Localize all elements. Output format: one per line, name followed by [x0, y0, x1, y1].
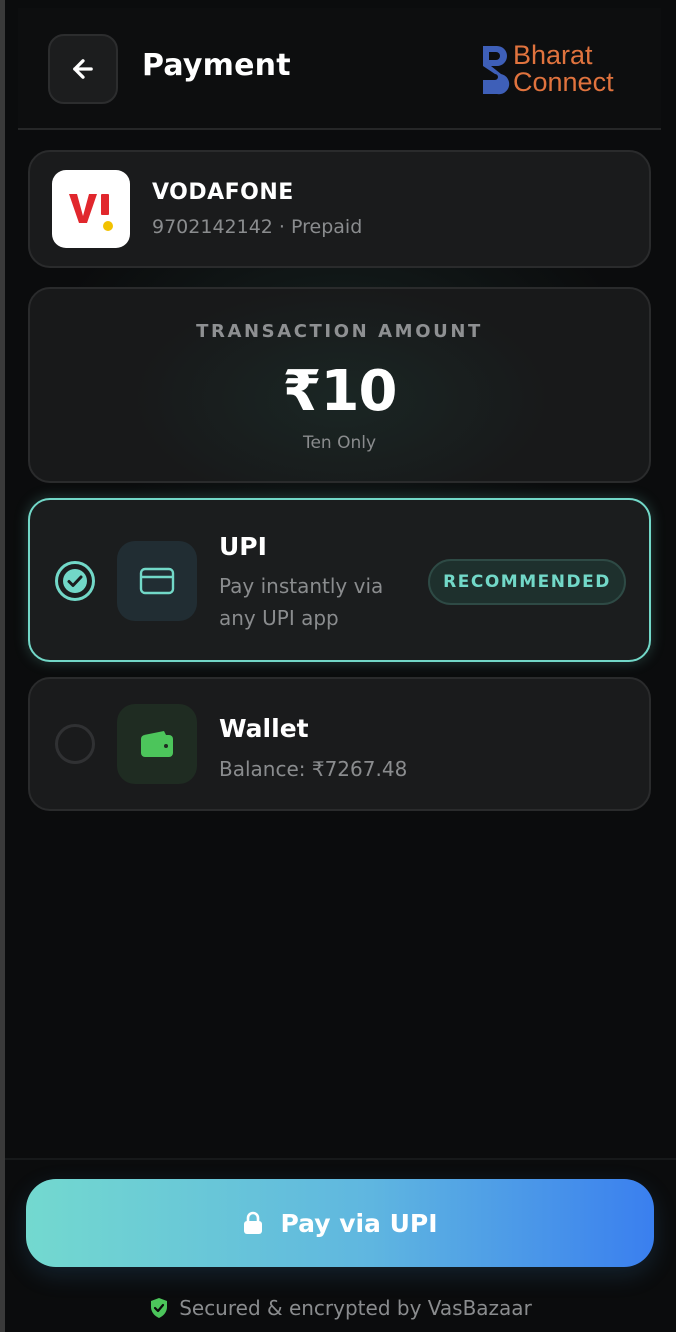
- upi-method-icon: [117, 541, 197, 621]
- operator-details: 9702142142 · Prepaid: [152, 216, 363, 238]
- wallet-balance: Balance: ₹7267.48: [219, 757, 408, 781]
- pay-via-upi-button[interactable]: Pay via UPI: [26, 1179, 654, 1267]
- payment-method-wallet[interactable]: Wallet Balance: ₹7267.48: [28, 677, 651, 811]
- security-text: Secured & encrypted by VasBazaar: [179, 1296, 532, 1320]
- security-note: Secured & encrypted by VasBazaar: [5, 1296, 676, 1320]
- amount-value: ₹10: [282, 359, 398, 424]
- payment-method-upi[interactable]: UPI Pay instantly via any UPI app RECOMM…: [28, 498, 651, 662]
- vi-logo-icon: [69, 194, 113, 231]
- page-title: Payment: [142, 48, 291, 83]
- arrow-left-icon: [73, 59, 93, 79]
- recommended-badge: RECOMMENDED: [428, 559, 626, 605]
- bharat-connect-mark-icon: [483, 46, 510, 95]
- pay-button-label: Pay via UPI: [280, 1208, 438, 1238]
- wallet-radio-unselected[interactable]: [55, 724, 95, 764]
- wallet-title: Wallet: [219, 714, 309, 743]
- payment-screen: Payment Bharat Connect VODAFONE 97021421…: [5, 0, 676, 1332]
- upi-description: Pay instantly via any UPI app: [219, 574, 384, 630]
- shield-check-icon: [151, 1298, 168, 1318]
- amount-label: TRANSACTION AMOUNT: [196, 321, 483, 342]
- amount-in-words: Ten Only: [302, 433, 377, 453]
- brand-wordmark: Bharat Connect: [513, 42, 614, 96]
- card-icon: [139, 567, 175, 595]
- wallet-method-icon: [117, 704, 197, 784]
- wallet-icon: [141, 731, 173, 757]
- upi-title: UPI: [219, 532, 267, 561]
- footer-divider: [5, 1158, 676, 1160]
- transaction-amount-card: TRANSACTION AMOUNT ₹10 Ten Only: [28, 287, 651, 483]
- top-bar: Payment Bharat Connect: [18, 8, 661, 130]
- lock-icon: [244, 1211, 263, 1234]
- brand-line-2: Connect: [513, 67, 614, 97]
- upi-radio-selected[interactable]: [55, 561, 95, 601]
- brand-line-1: Bharat: [513, 40, 593, 70]
- check-circle-icon: [63, 569, 87, 593]
- operator-card: VODAFONE 9702142142 · Prepaid: [28, 150, 651, 268]
- back-button[interactable]: [48, 34, 118, 104]
- operator-logo: [52, 170, 130, 248]
- bharat-connect-logo: Bharat Connect: [481, 42, 641, 102]
- operator-name: VODAFONE: [152, 180, 294, 205]
